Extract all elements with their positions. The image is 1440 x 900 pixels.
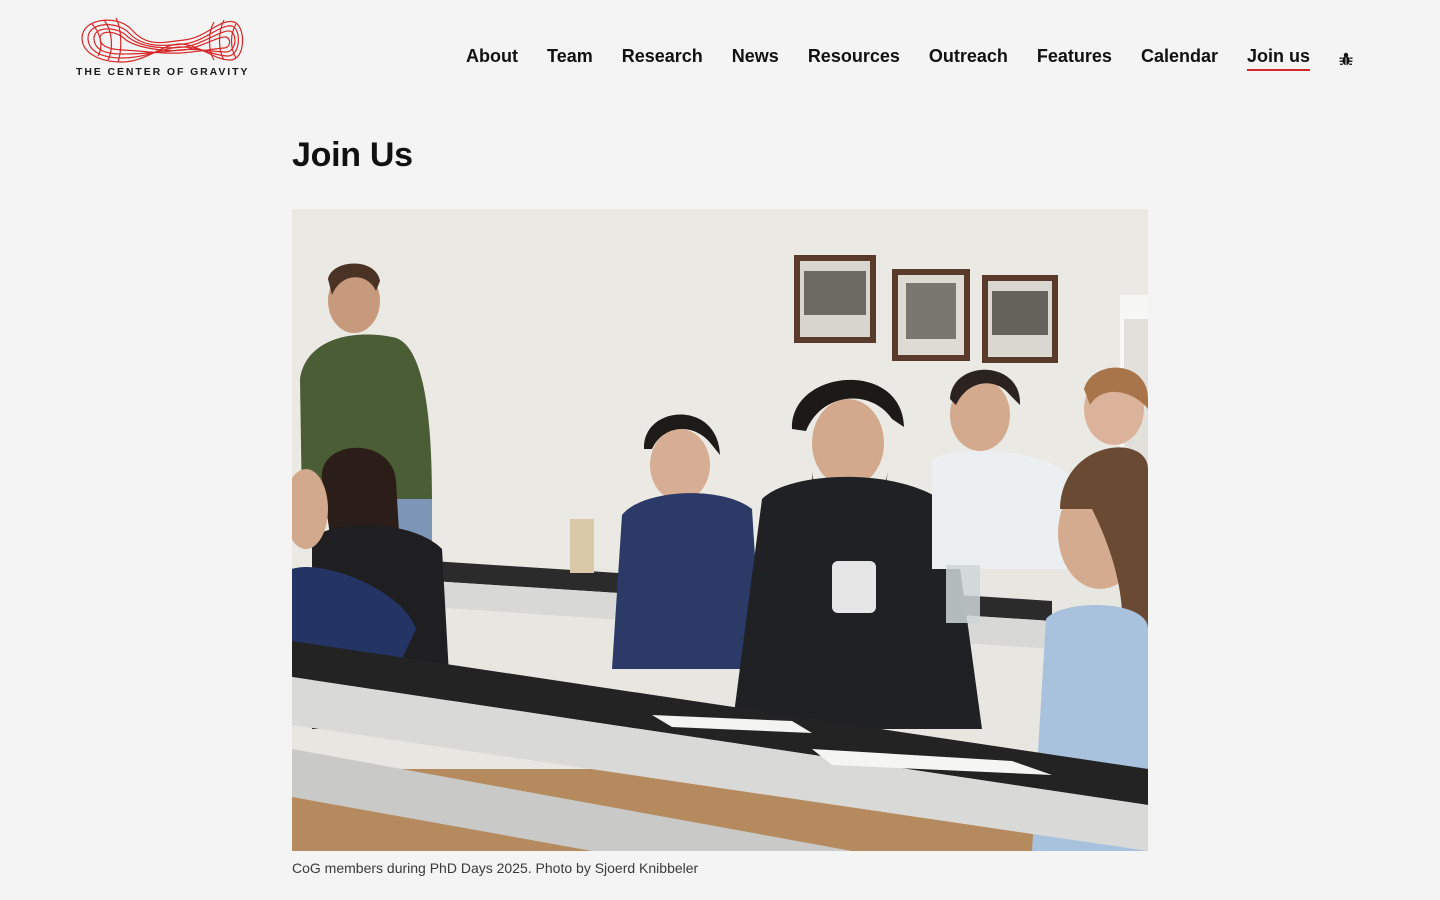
gravity-wave-logo-icon	[81, 17, 244, 63]
main-nav: About Team Research News Resources Outre…	[466, 44, 1354, 72]
bug-button[interactable]	[1338, 49, 1354, 67]
nav-item-research[interactable]: Research	[622, 45, 703, 71]
nav-item-team[interactable]: Team	[547, 45, 593, 71]
nav-item-join-us[interactable]: Join us	[1246, 45, 1310, 71]
site-header: THE CENTER OF GRAVITY About Team Researc…	[0, 0, 1440, 110]
logo-text: THE CENTER OF GRAVITY	[76, 66, 250, 78]
nav-item-calendar[interactable]: Calendar	[1141, 45, 1218, 71]
photo-illustration	[292, 209, 1148, 851]
photo-caption: CoG members during PhD Days 2025. Photo …	[292, 860, 699, 876]
page-title: Join Us	[292, 136, 413, 174]
nav-item-outreach[interactable]: Outreach	[929, 45, 1008, 71]
nav-item-about[interactable]: About	[466, 45, 518, 71]
nav-item-features[interactable]: Features	[1037, 45, 1112, 71]
site-logo[interactable]: THE CENTER OF GRAVITY	[76, 14, 252, 84]
group-photo	[292, 209, 1148, 851]
nav-item-news[interactable]: News	[732, 45, 779, 71]
bug-icon	[1339, 52, 1353, 65]
nav-item-resources[interactable]: Resources	[808, 45, 900, 71]
